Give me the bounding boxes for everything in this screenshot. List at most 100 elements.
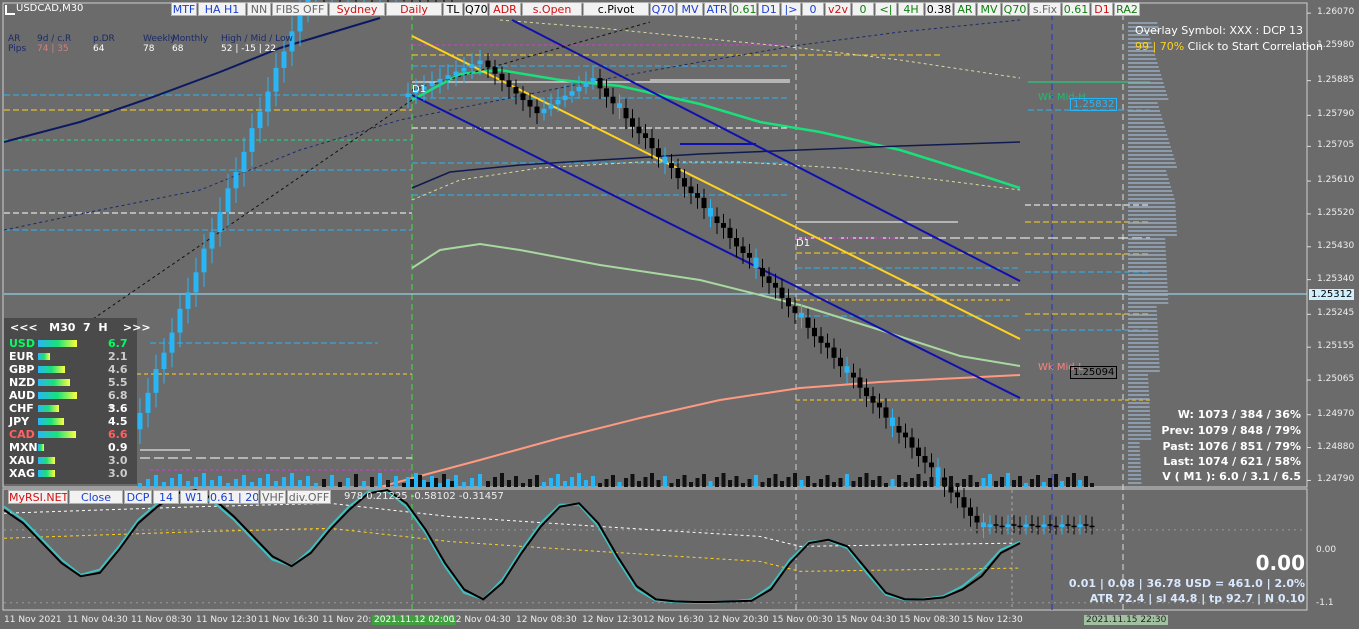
candle-body — [727, 227, 733, 239]
correlation-button[interactable]: 99 | 70% Click to Start Correlation — [1135, 40, 1323, 53]
strength-header[interactable]: <<< M30 7 H >>> — [10, 321, 151, 334]
toolbar-button-11[interactable]: Q70 — [650, 2, 676, 16]
toolbar-button-12[interactable]: MV — [677, 2, 703, 16]
price-tick: 1.26070 — [1317, 7, 1355, 18]
profile-bar — [1128, 130, 1167, 132]
profile-bar — [1128, 74, 1162, 76]
toolbar-button-20[interactable]: <| — [875, 2, 897, 16]
profile-bar — [1128, 222, 1177, 224]
volume-bar — [650, 473, 654, 487]
toolbar-button-14[interactable]: 0.61 — [731, 2, 757, 16]
volume-bar — [1036, 475, 1040, 487]
toolbar-button-23[interactable]: AR — [954, 2, 976, 16]
strength-bar — [38, 392, 78, 399]
volume-bar — [234, 479, 238, 487]
candle-body — [437, 78, 443, 83]
candle-body — [548, 104, 554, 109]
profile-bar — [1128, 330, 1158, 332]
toolbar-button-26[interactable]: s.Fix — [1029, 2, 1061, 16]
volume-bar — [916, 474, 921, 487]
toolbar-button-19[interactable]: 0 — [852, 2, 874, 16]
toolbar-button-3[interactable]: FIBS OFF — [272, 2, 328, 16]
volume-bar — [462, 482, 466, 487]
rsi-toolbar-button-5[interactable]: 0.61 | 20 — [209, 490, 259, 504]
candle-body — [1053, 525, 1059, 528]
toolbar-button-17[interactable]: 0 — [802, 2, 824, 16]
toolbar-button-15[interactable]: D1 — [758, 2, 780, 16]
time-tick: 15 Nov 08:30 — [899, 615, 960, 625]
ma-dark — [411, 141, 1021, 189]
volume-bar — [414, 473, 418, 487]
toolbar-button-1[interactable]: HA H1 — [198, 2, 246, 16]
strength-bar — [38, 418, 65, 425]
rsi-toolbar-button-3[interactable]: 14 — [153, 490, 179, 504]
toolbar-button-18[interactable]: v2v — [825, 2, 851, 16]
profile-bar — [1128, 146, 1171, 148]
profile-bar — [1128, 114, 1162, 116]
toolbar-button-25[interactable]: Q70 — [1002, 2, 1028, 16]
toolbar-button-28[interactable]: D1 — [1091, 2, 1113, 16]
profile-bar — [1128, 326, 1158, 328]
rsi-toolbar-button-2[interactable]: DCP — [124, 490, 152, 504]
volume-bar — [422, 480, 426, 487]
chart-canvas[interactable] — [0, 0, 1359, 629]
toolbar-button-0[interactable]: MTF — [171, 2, 197, 16]
profile-bar — [1128, 382, 1149, 384]
candle-body — [999, 525, 1005, 528]
rsi-axis-top: 0.00 — [1316, 545, 1337, 555]
toolbar-button-24[interactable]: MV — [977, 2, 1001, 16]
candle-body — [453, 71, 459, 76]
candle-body — [1005, 524, 1011, 528]
volume-bar — [689, 482, 693, 487]
rsi-toolbar-button-1[interactable]: Close — [69, 490, 123, 504]
profile-bar — [1128, 318, 1158, 320]
rsi-toolbar-button-0[interactable]: MyRSI.NET — [8, 490, 68, 504]
candle-body — [656, 148, 661, 157]
strength-currency: AUD — [9, 389, 36, 402]
candle-body — [1071, 525, 1077, 528]
toolbar-button-4[interactable]: Sydney — [329, 2, 385, 16]
profile-bar — [1128, 258, 1167, 260]
candle-body — [576, 86, 582, 92]
volume-bar — [949, 476, 953, 487]
toolbar-button-9[interactable]: s.Open — [522, 2, 582, 16]
volume-bar — [994, 481, 998, 487]
candle-body — [1047, 524, 1053, 526]
volume-bar — [370, 477, 374, 487]
toolbar-button-2[interactable]: NN — [247, 2, 271, 16]
candle-body — [506, 80, 512, 87]
volume-bar — [786, 477, 791, 487]
volume-bar — [338, 482, 342, 487]
toolbar-button-29[interactable]: RA2 — [1114, 2, 1140, 16]
rsi-toolbar-button-4[interactable]: W1 — [180, 490, 208, 504]
profile-bar — [1128, 246, 1166, 248]
profile-bar — [1128, 214, 1176, 216]
toolbar-button-21[interactable]: 4H — [898, 2, 924, 16]
d1-label-left: D1 — [412, 84, 427, 95]
profile-bar — [1128, 102, 1158, 104]
toolbar-button-8[interactable]: ADR — [489, 2, 521, 16]
profile-bar — [1128, 166, 1177, 168]
rsi-toolbar-button-6[interactable]: VHF — [260, 490, 286, 504]
toolbar-button-27[interactable]: 0.61 — [1062, 2, 1090, 16]
toolbar-button-16[interactable]: |> — [781, 2, 801, 16]
toolbar-button-5[interactable]: Daily — [386, 2, 442, 16]
volume-bar — [773, 474, 778, 487]
profile-bar — [1128, 238, 1166, 240]
toolbar-button-22[interactable]: 0.38 — [925, 2, 953, 16]
toolbar-button-10[interactable]: c.Pivot — [583, 2, 649, 16]
toolbar-button-7[interactable]: Q70 — [464, 2, 488, 16]
price-tick: 1.25065 — [1317, 374, 1355, 385]
toolbar-button-13[interactable]: ATR — [704, 2, 730, 16]
rsi-toolbar-button-7[interactable]: div.OFF — [287, 490, 331, 504]
volume-bar — [314, 483, 318, 487]
volume-bar — [975, 482, 979, 487]
chart-menu-icon[interactable] — [5, 5, 15, 15]
candle-body — [169, 332, 175, 353]
candle-body — [185, 292, 191, 309]
profile-bar — [1128, 286, 1168, 288]
volume-bar — [542, 482, 546, 487]
toolbar-button-6[interactable]: TL — [443, 2, 463, 16]
info-header-value: 64 — [93, 44, 105, 54]
volume-bar — [438, 483, 442, 487]
